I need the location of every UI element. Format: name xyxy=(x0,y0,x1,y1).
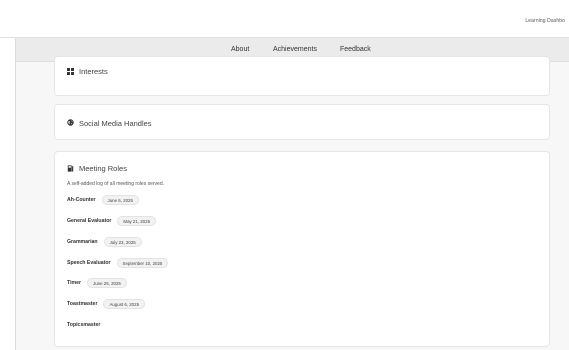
book-icon xyxy=(67,165,74,172)
role-name: Timer xyxy=(67,280,82,286)
role-name: Topicsmaster xyxy=(67,322,101,328)
social-media-card[interactable]: Social Media Handles xyxy=(54,104,550,140)
role-row: Ah-Counter June 6, 2025 xyxy=(67,195,139,205)
role-date-chip: June 25, 2025 xyxy=(87,278,127,288)
meeting-roles-subtitle: A self-added log of all meeting roles se… xyxy=(67,181,164,187)
meeting-roles-title: Meeting Roles xyxy=(79,164,127,173)
top-bar: Learning Dashbo xyxy=(0,0,569,38)
grid-icon xyxy=(67,68,74,75)
role-date-chip: June 6, 2025 xyxy=(101,195,139,205)
interests-card[interactable]: Interests xyxy=(54,56,550,96)
role-row: General Evaluator May 21, 2025 xyxy=(67,216,157,226)
social-media-title: Social Media Handles xyxy=(79,119,152,128)
role-row: Toastmaster August 6, 2025 xyxy=(67,299,146,309)
role-name: Speech Evaluator xyxy=(67,260,111,266)
globe-icon xyxy=(67,119,74,126)
role-name: Grammarian xyxy=(67,239,98,245)
role-date-chip: September 10, 2025 xyxy=(116,258,169,268)
role-row: Speech Evaluator September 10, 2025 xyxy=(67,258,169,268)
tab-achievements[interactable]: Achievements xyxy=(273,46,317,53)
meeting-roles-card: Meeting Roles A self-added log of all me… xyxy=(54,151,550,347)
role-row: Topicsmaster xyxy=(67,320,100,330)
tab-about[interactable]: About xyxy=(231,46,250,57)
tab-feedback[interactable]: Feedback xyxy=(340,46,371,53)
role-name: Toastmaster xyxy=(67,301,98,307)
learning-dashboard-link[interactable]: Learning Dashbo xyxy=(525,18,565,24)
role-date-chip: August 6, 2025 xyxy=(103,299,146,309)
interests-title: Interests xyxy=(79,67,108,76)
about-content: Interests Social Media Handles Meeting R… xyxy=(16,56,569,350)
role-row: Grammarian July 23, 2025 xyxy=(67,237,142,247)
left-rail xyxy=(0,0,16,350)
role-name: General Evaluator xyxy=(67,218,112,224)
role-row: Timer June 25, 2025 xyxy=(67,278,127,288)
role-date-chip: May 21, 2025 xyxy=(117,216,157,226)
role-name: Ah-Counter xyxy=(67,197,96,203)
role-date-chip: July 23, 2025 xyxy=(103,237,142,247)
